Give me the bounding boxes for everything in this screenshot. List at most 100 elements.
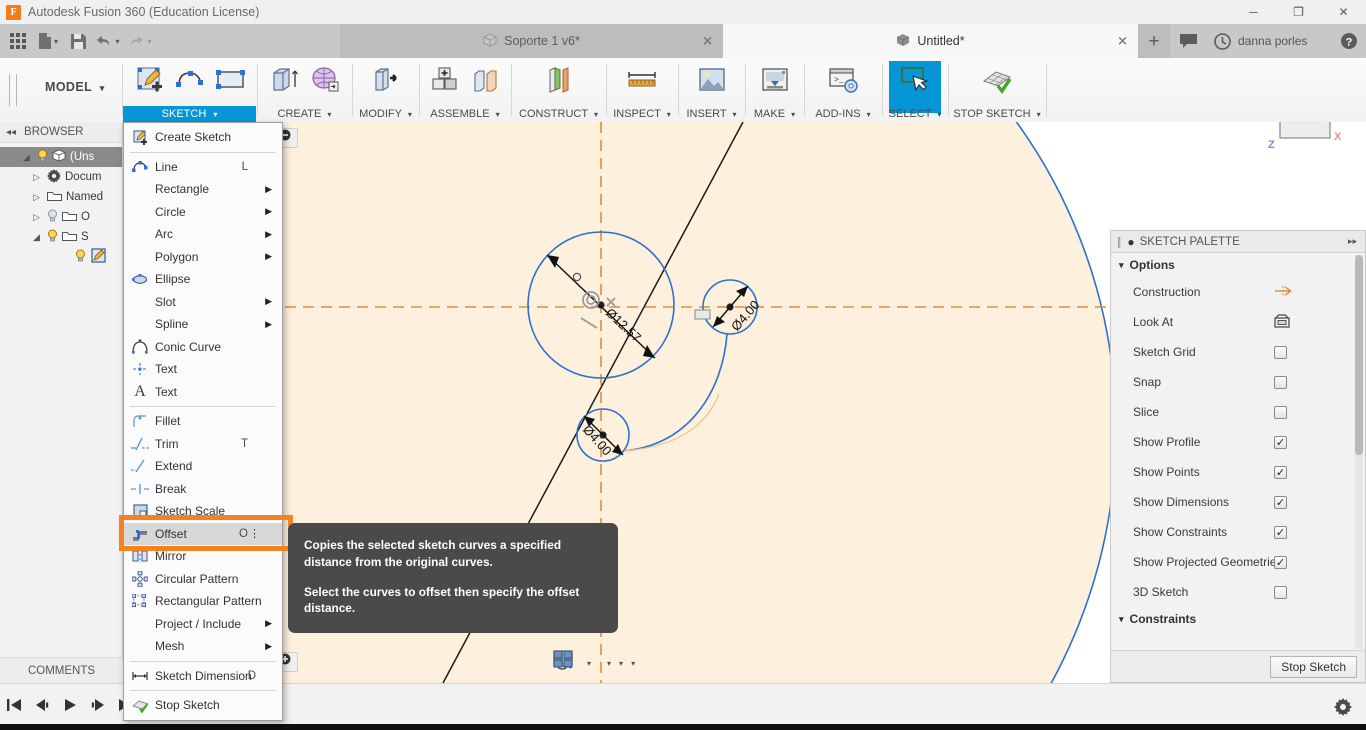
palette-section-constraints[interactable]: ▾ Constraints bbox=[1111, 607, 1365, 631]
go-to-start-button[interactable] bbox=[6, 696, 22, 714]
ribbon-group-label-addins[interactable]: ADD-INS ▾ bbox=[805, 108, 881, 120]
viewports-button[interactable]: ▾ bbox=[553, 650, 637, 675]
undo-button[interactable]: ▾ bbox=[93, 28, 123, 54]
menu-item-sketch-scale[interactable]: Sketch Scale bbox=[124, 500, 282, 523]
document-tab-close-icon[interactable]: ✕ bbox=[702, 35, 713, 48]
menu-item-extend[interactable]: Extend bbox=[124, 455, 282, 478]
palette-row-slice[interactable]: Slice bbox=[1111, 397, 1365, 427]
rectangle-icon[interactable] bbox=[213, 63, 247, 97]
create-sketch-icon[interactable] bbox=[133, 63, 167, 97]
palette-row-snap[interactable]: Snap bbox=[1111, 367, 1365, 397]
sketch-palette-body[interactable]: ▾ Options Construction Look At Sketch Gr… bbox=[1111, 253, 1365, 651]
ribbon-grip[interactable] bbox=[9, 74, 17, 106]
ribbon-group-label-modify[interactable]: MODIFY ▾ bbox=[353, 108, 418, 120]
palette-row-show-profile[interactable]: Show Profile ✓ bbox=[1111, 427, 1365, 457]
twisty-icon[interactable]: ▷ bbox=[30, 212, 43, 223]
menu-item-project-include[interactable]: Project / Include ▶ bbox=[124, 613, 282, 636]
ribbon-group-label-select[interactable]: SELECT ▾ bbox=[883, 108, 947, 120]
bulb-icon[interactable] bbox=[46, 209, 59, 225]
bulb-icon[interactable] bbox=[46, 229, 59, 245]
tree-node-document-settings[interactable]: ▷ Docum bbox=[0, 167, 122, 187]
palette-row-sketch-grid[interactable]: Sketch Grid bbox=[1111, 337, 1365, 367]
twisty-icon[interactable]: ▷ bbox=[30, 192, 43, 203]
document-tab-close-icon[interactable]: ✕ bbox=[1117, 35, 1128, 48]
document-tab-untitled[interactable]: Untitled* ✕ bbox=[723, 24, 1138, 58]
tree-node-sketch1[interactable] bbox=[0, 247, 122, 267]
extrude-icon[interactable] bbox=[268, 63, 302, 97]
menu-item-trim[interactable]: Trim T bbox=[124, 433, 282, 456]
menu-item-rectangular-pattern[interactable]: Rectangular Pattern bbox=[124, 590, 282, 613]
joint-icon[interactable] bbox=[468, 63, 502, 97]
close-button[interactable]: ✕ bbox=[1321, 0, 1366, 24]
step-back-button[interactable] bbox=[34, 696, 50, 714]
twisty-icon[interactable]: ▷ bbox=[30, 172, 43, 183]
scripts-addins-icon[interactable]: >_ bbox=[826, 63, 860, 97]
palette-row-show-points[interactable]: Show Points ✓ bbox=[1111, 457, 1365, 487]
ribbon-group-label-sketch[interactable]: SKETCH ▾ bbox=[123, 106, 256, 122]
tree-node-sketches[interactable]: ◢ S bbox=[0, 227, 122, 247]
menu-item-rectangle[interactable]: Rectangle ▶ bbox=[124, 178, 282, 201]
palette-row-show-constraints[interactable]: Show Constraints ✓ bbox=[1111, 517, 1365, 547]
document-tab-soporte[interactable]: Soporte 1 v6* ✕ bbox=[340, 24, 723, 58]
twisty-icon[interactable]: ◢ bbox=[20, 152, 33, 163]
menu-item-stop-sketch[interactable]: Stop Sketch bbox=[124, 694, 282, 717]
ribbon-group-label-construct[interactable]: CONSTRUCT ▾ bbox=[512, 108, 605, 120]
show-profile-checkbox[interactable]: ✓ bbox=[1274, 435, 1287, 449]
palette-row-show-dimensions[interactable]: Show Dimensions ✓ bbox=[1111, 487, 1365, 517]
collapse-browser-icon[interactable]: ◂◂ bbox=[6, 127, 16, 138]
menu-item-offset[interactable]: Offset O ⋮ bbox=[119, 514, 293, 551]
redo-button[interactable]: ▾ bbox=[125, 28, 155, 54]
bulb-icon[interactable] bbox=[36, 149, 49, 165]
tree-node-root[interactable]: ◢ (Uns bbox=[0, 147, 122, 167]
snap-checkbox[interactable] bbox=[1274, 375, 1287, 389]
palette-section-options[interactable]: ▾ Options bbox=[1111, 253, 1365, 277]
chevron-down-icon[interactable]: ▾ bbox=[619, 659, 623, 668]
comments-button[interactable] bbox=[1172, 24, 1204, 58]
stop-sketch-button[interactable]: Stop Sketch bbox=[1270, 655, 1357, 678]
minimize-button[interactable]: ─ bbox=[1231, 0, 1276, 24]
save-button[interactable] bbox=[65, 28, 91, 54]
3d-print-icon[interactable] bbox=[758, 63, 792, 97]
ribbon-group-label-stop-sketch[interactable]: STOP SKETCH ▾ bbox=[949, 108, 1045, 120]
mesh-create-icon[interactable] bbox=[308, 63, 342, 97]
menu-item-overflow-icon[interactable]: ⋮ bbox=[249, 527, 260, 540]
menu-item-ellipse[interactable]: Ellipse bbox=[124, 268, 282, 291]
menu-item-mirror[interactable]: Mirror bbox=[124, 545, 282, 568]
twisty-icon[interactable]: ◢ bbox=[30, 232, 43, 243]
show-projected-geometries-checkbox[interactable]: ✓ bbox=[1274, 555, 1287, 569]
view-cube[interactable]: Y Z X TOP bbox=[1256, 122, 1348, 156]
menu-item-line[interactable]: Line L bbox=[124, 156, 282, 179]
select-icon[interactable] bbox=[898, 63, 932, 97]
slice-checkbox[interactable] bbox=[1274, 405, 1287, 419]
grid-snaps-button[interactable]: ▾ bbox=[553, 650, 625, 675]
comments-panel-toggle[interactable]: COMMENTS bbox=[0, 657, 123, 683]
chevron-down-icon[interactable]: ▾ bbox=[587, 659, 591, 668]
menu-item-text[interactable]: A Text bbox=[124, 381, 282, 404]
menu-item-arc[interactable]: Arc ▶ bbox=[124, 223, 282, 246]
line-icon[interactable] bbox=[173, 63, 207, 97]
menu-item-spline[interactable]: Spline ▶ bbox=[124, 313, 282, 336]
help-button[interactable]: ? bbox=[1333, 24, 1365, 58]
palette-row-3d-sketch[interactable]: 3D Sketch bbox=[1111, 577, 1365, 607]
menu-item-conic-curve[interactable]: Conic Curve bbox=[124, 336, 282, 359]
menu-item-create-sketch[interactable]: Create Sketch bbox=[124, 126, 282, 149]
palette-row-show-projected-geometries[interactable]: Show Projected Geometries ✓ bbox=[1111, 547, 1365, 577]
new-component-icon[interactable] bbox=[428, 63, 462, 97]
show-constraints-checkbox[interactable]: ✓ bbox=[1274, 525, 1287, 539]
insert-image-icon[interactable] bbox=[695, 63, 729, 97]
press-pull-icon[interactable] bbox=[369, 63, 403, 97]
workspace-switcher[interactable]: MODEL ▾ bbox=[45, 80, 105, 94]
step-forward-button[interactable] bbox=[90, 696, 106, 714]
palette-grip-icon[interactable]: ║ bbox=[1116, 237, 1122, 247]
look-at-icon[interactable] bbox=[1274, 313, 1290, 331]
user-account-button[interactable]: danna porles bbox=[1238, 24, 1307, 58]
tree-node-origin[interactable]: ▷ O bbox=[0, 207, 122, 227]
menu-item-break[interactable]: Break bbox=[124, 478, 282, 501]
ribbon-group-label-assemble[interactable]: ASSEMBLE ▾ bbox=[420, 108, 510, 120]
measure-icon[interactable] bbox=[625, 63, 659, 97]
palette-scrollbar-thumb[interactable] bbox=[1355, 255, 1363, 455]
menu-item-point[interactable]: Text bbox=[124, 358, 282, 381]
sketch-dropdown-menu[interactable]: Create Sketch Line L Rectangle ▶ Circle … bbox=[119, 122, 293, 721]
menu-item-fillet[interactable]: Fillet bbox=[124, 410, 282, 433]
ribbon-group-label-create[interactable]: CREATE ▾ bbox=[258, 108, 351, 120]
